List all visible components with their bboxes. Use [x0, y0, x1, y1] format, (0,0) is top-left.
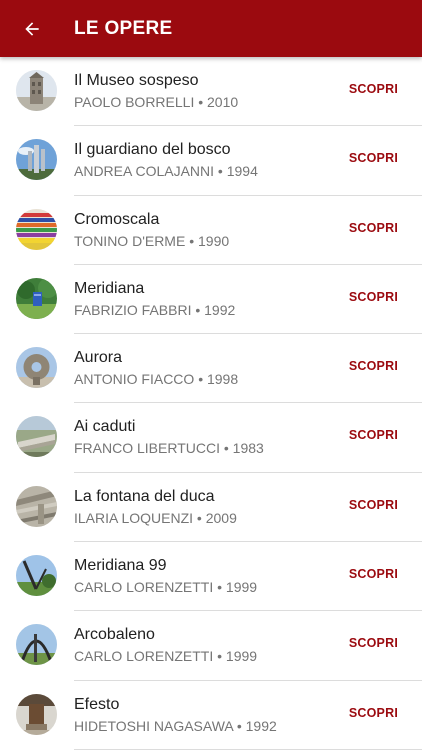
- scopri-button[interactable]: SCOPRI: [349, 636, 398, 650]
- work-author-year: FRANCO LIBERTUCCI • 1983: [74, 440, 264, 457]
- scopri-button[interactable]: SCOPRI: [349, 290, 398, 304]
- photo-meridian-99-icon: [16, 555, 57, 597]
- work-title: Il Museo sospeso: [74, 72, 199, 89]
- arrow-back-icon: [25, 21, 39, 36]
- photo-monument-icon: [16, 416, 57, 458]
- scopri-button[interactable]: SCOPRI: [349, 82, 398, 96]
- photo-tower-icon: [16, 70, 57, 111]
- page-title: LE OPERE: [74, 17, 173, 39]
- work-title: Aurora: [74, 349, 123, 367]
- back-button[interactable]: [0, 0, 64, 57]
- photo-fountain-icon: [16, 485, 57, 527]
- photo-efesto-icon: [16, 693, 57, 735]
- work-author-year: CARLO LORENZETTI • 1999: [74, 648, 258, 665]
- work-title: Ai caduti: [74, 418, 136, 436]
- app-bar: LE OPERE: [0, 0, 422, 57]
- list-item[interactable]: La fontana del duca ILARIA LOQUENZI • 20…: [0, 473, 422, 543]
- work-title: La fontana del duca: [74, 487, 215, 505]
- scopri-button[interactable]: SCOPRI: [349, 359, 398, 373]
- work-title: Meridiana: [74, 279, 145, 297]
- list-item[interactable]: Arcobaleno CARLO LORENZETTI • 1999 SCOPR…: [0, 611, 422, 681]
- work-title: Cromoscala: [74, 210, 160, 228]
- photo-sculpture-sky-icon: [16, 139, 57, 181]
- scopri-button[interactable]: SCOPRI: [349, 498, 398, 512]
- scopri-button[interactable]: SCOPRI: [349, 221, 398, 235]
- list-item[interactable]: Aurora ANTONIO FIACCO • 1998 SCOPRI: [0, 334, 422, 404]
- work-author-year: TONINO D'ERME • 1990: [74, 232, 230, 249]
- list-item[interactable]: Il Museo sospeso PAOLO BORRELLI • 2010 S…: [0, 57, 422, 127]
- list-item[interactable]: Efesto HIDETOSHI NAGASAWA • 1992 SCOPRI: [0, 681, 422, 750]
- work-title: Meridiana 99: [74, 557, 167, 575]
- work-author-year: ANDREA COLAJANNI • 1994: [74, 163, 258, 180]
- work-title: Arcobaleno: [74, 626, 155, 644]
- work-title: Il guardiano del bosco: [74, 141, 231, 159]
- work-author-year: ANTONIO FIACCO • 1998: [74, 371, 239, 388]
- scopri-button[interactable]: SCOPRI: [349, 151, 398, 165]
- works-list: Il Museo sospeso PAOLO BORRELLI • 2010 S…: [0, 57, 422, 750]
- list-item[interactable]: Il guardiano del bosco ANDREA COLAJANNI …: [0, 126, 422, 196]
- scopri-button[interactable]: SCOPRI: [349, 567, 398, 581]
- work-author-year: HIDETOSHI NAGASAWA • 1992: [74, 717, 277, 734]
- list-item[interactable]: Cromoscala TONINO D'ERME • 1990 SCOPRI: [0, 196, 422, 265]
- photo-arch-icon: [16, 624, 57, 666]
- list-item[interactable]: Ai caduti FRANCO LIBERTUCCI • 1983 SCOPR…: [0, 403, 422, 473]
- work-author-year: CARLO LORENZETTI • 1999: [74, 579, 258, 596]
- scopri-button[interactable]: SCOPRI: [349, 428, 398, 442]
- work-author-year: PAOLO BORRELLI • 2010: [74, 94, 239, 110]
- scopri-button[interactable]: SCOPRI: [349, 706, 398, 720]
- work-title: Efesto: [74, 695, 120, 713]
- work-author-year: FABRIZIO FABBRI • 1992: [74, 301, 236, 318]
- list-item[interactable]: Meridiana FABRIZIO FABBRI • 1992 SCOPRI: [0, 265, 422, 335]
- photo-color-stripes-icon: [16, 208, 57, 250]
- photo-stone-ring-icon: [16, 347, 57, 389]
- list-item[interactable]: Meridiana 99 CARLO LORENZETTI • 1999 SCO…: [0, 542, 422, 612]
- photo-meridian-park-icon: [16, 277, 57, 319]
- work-author-year: ILARIA LOQUENZI • 2009: [74, 509, 237, 526]
